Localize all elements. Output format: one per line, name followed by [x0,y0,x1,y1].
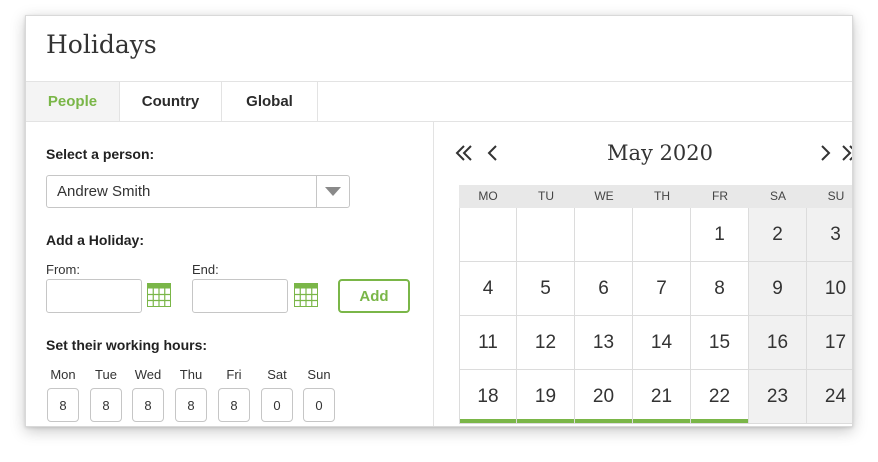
calendar-day[interactable]: 6 [575,262,633,316]
working-day-fri: Fri 8 [218,367,250,422]
calendar-day-weekend[interactable]: 24 [807,370,852,424]
weekday-tu: TU [538,189,554,203]
working-day-tue: Tue 8 [90,367,122,422]
hours-input-tue[interactable]: 8 [90,388,122,422]
weekday-header: MO TU WE TH FR SA SU [459,185,852,208]
tab-country[interactable]: Country [120,82,222,121]
calendar-day-empty [575,208,633,262]
weekday-we: WE [594,189,614,203]
from-calendar-icon[interactable] [147,283,171,307]
calendar-grid: MO TU WE TH FR SA SU 1 2 3 4 5 6 7 8 9 1… [459,185,852,424]
hours-input-mon[interactable]: 8 [47,388,79,422]
working-day-sun: Sun 0 [303,367,335,422]
select-person-label: Select a person: [46,146,155,162]
content-area: Select a person: Andrew Smith Add a Holi… [26,122,852,426]
calendar-day-holiday[interactable]: 18 [459,370,517,424]
calendar-day-empty [459,208,517,262]
calendar-day-holiday[interactable]: 22 [691,370,749,424]
calendar-day[interactable]: 13 [575,316,633,370]
day-label: Wed [134,367,162,382]
hours-input-wed[interactable]: 8 [132,388,164,422]
weekday-sa: SA [769,189,786,203]
calendar-day[interactable]: 8 [691,262,749,316]
person-select-value: Andrew Smith [57,183,151,200]
calendar-day-empty [633,208,691,262]
working-day-sat: Sat 0 [261,367,293,422]
from-date-input[interactable] [46,279,142,313]
double-chevron-right-icon[interactable] [839,142,852,164]
dropdown-toggle[interactable] [316,176,349,207]
calendar-week: 11 12 13 14 15 16 17 [459,316,852,370]
calendar-day-holiday[interactable]: 20 [575,370,633,424]
working-hours-label: Set their working hours: [46,337,208,353]
day-label: Sat [267,367,287,382]
chevron-right-icon[interactable] [815,142,835,164]
calendar-day[interactable]: 14 [633,316,691,370]
tab-global[interactable]: Global [222,82,318,121]
calendar-day-holiday[interactable]: 19 [517,370,575,424]
day-label: Thu [179,367,203,382]
calendar-pane: May 2020 MO TU WE TH FR SA SU 1 2 3 4 5 … [435,122,852,426]
title-bar: Holidays [26,16,852,82]
caret-down-icon [325,187,341,196]
end-label: End: [192,262,219,277]
calendar-day[interactable]: 4 [459,262,517,316]
weekday-mo: MO [478,189,498,203]
calendar-day-weekend[interactable]: 3 [807,208,852,262]
chevron-left-icon[interactable] [483,142,503,164]
calendar-day-weekend[interactable]: 10 [807,262,852,316]
end-date-input[interactable] [192,279,288,313]
calendar-day[interactable]: 1 [691,208,749,262]
add-holiday-label: Add a Holiday: [46,232,145,248]
person-select[interactable]: Andrew Smith [46,175,350,208]
calendar-day[interactable]: 15 [691,316,749,370]
double-chevron-left-icon[interactable] [455,142,475,164]
hours-input-thu[interactable]: 8 [175,388,207,422]
calendar-week: 4 5 6 7 8 9 10 [459,262,852,316]
calendar-day-weekend[interactable]: 9 [749,262,807,316]
weekday-th: TH [654,189,670,203]
day-label: Mon [50,367,76,382]
hours-input-sat[interactable]: 0 [261,388,293,422]
page-title: Holidays [46,30,157,59]
calendar-day-weekend[interactable]: 23 [749,370,807,424]
weekday-su: SU [827,189,845,203]
holidays-window: Holidays People Country Global Select a … [25,15,853,427]
tab-bar: People Country Global [26,82,852,122]
hours-input-sun[interactable]: 0 [303,388,335,422]
settings-pane: Select a person: Andrew Smith Add a Holi… [26,122,434,426]
day-label: Fri [226,367,242,382]
working-day-thu: Thu 8 [175,367,207,422]
calendar-week: 18 19 20 21 22 23 24 [459,370,852,424]
calendar-day-weekend[interactable]: 16 [749,316,807,370]
day-label: Sun [307,367,331,382]
working-day-mon: Mon 8 [47,367,79,422]
day-label: Tue [95,367,117,382]
add-holiday-button[interactable]: Add [338,279,410,313]
tab-people[interactable]: People [26,82,120,121]
calendar-day-empty [517,208,575,262]
month-title: May 2020 [607,141,714,165]
from-label: From: [46,262,80,277]
calendar-day[interactable]: 5 [517,262,575,316]
calendar-day[interactable]: 12 [517,316,575,370]
calendar-day[interactable]: 11 [459,316,517,370]
calendar-week: 1 2 3 [459,208,852,262]
calendar-day[interactable]: 7 [633,262,691,316]
hours-input-fri[interactable]: 8 [218,388,250,422]
weekday-fr: FR [712,189,728,203]
calendar-day-holiday[interactable]: 21 [633,370,691,424]
calendar-day-weekend[interactable]: 17 [807,316,852,370]
calendar-day-weekend[interactable]: 2 [749,208,807,262]
working-day-wed: Wed 8 [132,367,164,422]
end-calendar-icon[interactable] [294,283,318,307]
